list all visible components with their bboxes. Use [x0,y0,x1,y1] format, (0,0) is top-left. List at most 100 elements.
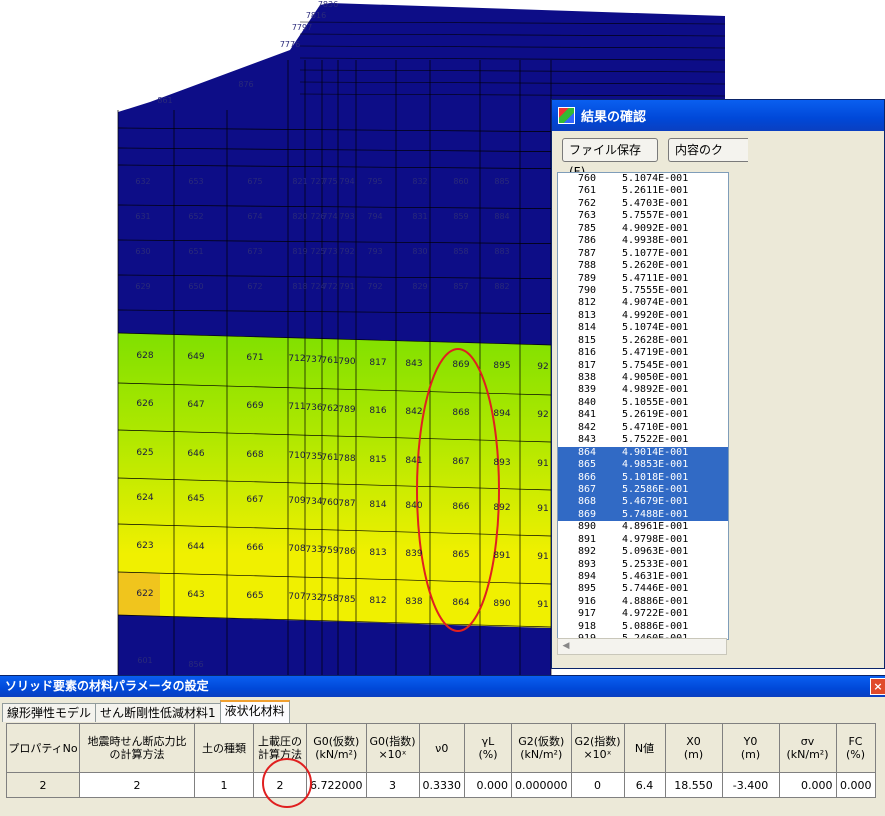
column-header[interactable]: G2(指数) ×10ˣ [570,723,625,773]
close-icon[interactable]: × [870,678,885,695]
table-cell[interactable]: 0.000 [778,772,837,798]
table-cell[interactable]: 1 [194,772,254,798]
table-cell[interactable]: 0.000000 [511,772,572,798]
list-item[interactable]: 865 4.9853E-001 [558,459,728,472]
mesh-node-label: 859 [453,212,468,221]
list-item[interactable]: 762 5.4703E-001 [558,198,728,210]
list-item[interactable]: 816 5.4719E-001 [558,347,728,359]
list-item[interactable]: 869 5.7488E-001 [558,508,728,522]
mesh-node-label: 789 [338,405,355,415]
liquefaction-layer [118,333,551,628]
result-window-titlebar[interactable]: 結果の確認 [552,100,884,131]
list-item[interactable]: 867 5.2586E-001 [558,483,728,497]
mesh-node-label: 773 [322,247,337,256]
list-item[interactable]: 785 4.9092E-001 [558,223,728,235]
list-item[interactable]: 763 5.7557E-001 [558,210,728,222]
list-item[interactable]: 812 4.9074E-001 [558,297,728,309]
column-header[interactable]: σv (kN/m²) [778,723,837,773]
list-item[interactable]: 893 5.2533E-001 [558,559,728,571]
table-cell[interactable]: 2 [79,772,195,798]
element-number: 868 [577,496,596,508]
list-item[interactable]: 817 5.7545E-001 [558,360,728,372]
list-item[interactable]: 840 5.1055E-001 [558,397,728,409]
list-item[interactable]: 787 5.1077E-001 [558,248,728,260]
table-cell[interactable]: 0 [570,772,625,798]
column-header[interactable]: G2(仮数) (kN/m²) [511,723,572,773]
column-header[interactable]: N値 [623,723,666,773]
mesh-node-label: 818 [292,282,307,291]
list-item[interactable]: 839 4.9892E-001 [558,384,728,396]
column-header[interactable]: FC (%) [835,723,876,773]
column-header[interactable]: プロパティNo [6,723,80,773]
table-cell[interactable]: 3 [365,772,420,798]
clear-content-button[interactable]: 内容のク [668,138,748,162]
list-item[interactable]: 838 4.9050E-001 [558,372,728,384]
list-item[interactable]: 916 4.8886E-001 [558,596,728,608]
table-cell[interactable]: 0.000 [464,772,512,798]
list-item[interactable]: 813 4.9920E-001 [558,310,728,322]
column-header[interactable]: 地震時せん断応力比 の計算方法 [79,723,195,773]
list-item[interactable]: 760 5.1074E-001 [558,173,728,185]
list-item[interactable]: 841 5.2619E-001 [558,409,728,421]
list-item[interactable]: 890 4.8961E-001 [558,521,728,533]
list-item[interactable]: 790 5.7555E-001 [558,285,728,297]
table-cell[interactable]: 2 [6,772,80,798]
column-header[interactable]: G0(指数) ×10ˣ [365,723,420,773]
result-value: 4.9892E-001 [622,384,689,396]
list-item[interactable]: 868 5.4679E-001 [558,496,728,509]
table-cell[interactable]: 6.722000 [306,772,367,798]
list-item[interactable]: 917 4.9722E-001 [558,608,728,620]
list-item[interactable]: 891 4.9798E-001 [558,534,728,546]
column-header[interactable]: G0(仮数) (kN/m²) [306,723,367,773]
mesh-node-label: 894 [493,409,510,419]
list-item[interactable]: 815 5.2628E-001 [558,335,728,347]
param-window-titlebar[interactable]: ソリッド要素の材料パラメータの設定 × [0,676,885,697]
table-row[interactable]: 2 2 1 2 6.722000 3 0.3330 0.000 0.000000 0 6.4 18.5… [6,772,876,798]
column-header[interactable]: X0 (m) [664,723,723,773]
element-number: 864 [577,446,596,458]
table-cell[interactable]: 0.3330 [418,772,465,798]
mesh-node-label: 92 [537,410,548,420]
mesh-node-label: 623 [136,541,153,551]
mesh-node-label: 732 [305,593,322,603]
mesh-node-label: 857 [453,282,468,291]
list-item[interactable]: 786 4.9938E-001 [558,235,728,247]
material-parameter-window[interactable]: ソリッド要素の材料パラメータの設定 × 線形弾性モデル せん断剛性低減材料1 液状化… [0,675,885,816]
table-cell[interactable]: 0.000 [835,772,876,798]
column-header[interactable]: 土の種類 [194,723,254,773]
list-item[interactable]: 843 5.7522E-001 [558,434,728,446]
scroll-left-arrow-icon[interactable]: ◀ [559,640,573,653]
tab-0[interactable]: 線形弾性モデル [2,703,97,722]
tab-1[interactable]: せん断剛性低減材料1 [95,703,221,722]
table-cell[interactable]: 18.550 [664,772,723,798]
tab-2[interactable]: 液状化材料 [219,700,290,723]
element-number: 916 [577,595,596,607]
list-item[interactable]: 789 5.4711E-001 [558,273,728,285]
element-number: 761 [577,185,596,197]
list-item[interactable]: 918 5.0886E-001 [558,621,728,633]
result-list[interactable]: 760 5.1074E-001 761 5.2611E-001 762 5.4703E-0… [557,172,729,640]
column-header[interactable]: γL (%) [464,723,512,773]
list-item[interactable]: 842 5.4710E-001 [558,422,728,434]
list-item[interactable]: 892 5.0963E-001 [558,546,728,558]
mesh-node-label: 790 [338,357,355,367]
list-item[interactable]: 788 5.2620E-001 [558,260,728,272]
list-item[interactable]: 894 5.4631E-001 [558,571,728,583]
list-item[interactable]: 761 5.2611E-001 [558,185,728,197]
mesh-node-label: 7797 [292,23,312,32]
result-value: 5.4711E-001 [622,272,689,284]
column-header-text: FC [848,735,863,748]
element-number: 816 [577,347,596,359]
list-item[interactable]: 895 5.7446E-001 [558,583,728,595]
list-item[interactable]: 866 5.1018E-001 [558,471,728,484]
list-item[interactable]: 814 5.1074E-001 [558,322,728,334]
list-item[interactable]: 864 4.9014E-001 [558,446,728,460]
save-file-button[interactable]: ファイル保存(F) [562,138,658,179]
column-header[interactable]: ν0 [418,723,465,773]
result-window[interactable]: 結果の確認 ファイル保存(F) 内容のク 760 5.1074E-001 761 5.… [551,99,885,669]
table-cell[interactable]: 6.4 [623,772,666,798]
column-header[interactable]: Y0 (m) [721,723,780,773]
horizontal-scrollbar[interactable]: ◀ [557,638,727,655]
column-header-text: σv [800,735,815,748]
table-cell[interactable]: -3.400 [721,772,780,798]
